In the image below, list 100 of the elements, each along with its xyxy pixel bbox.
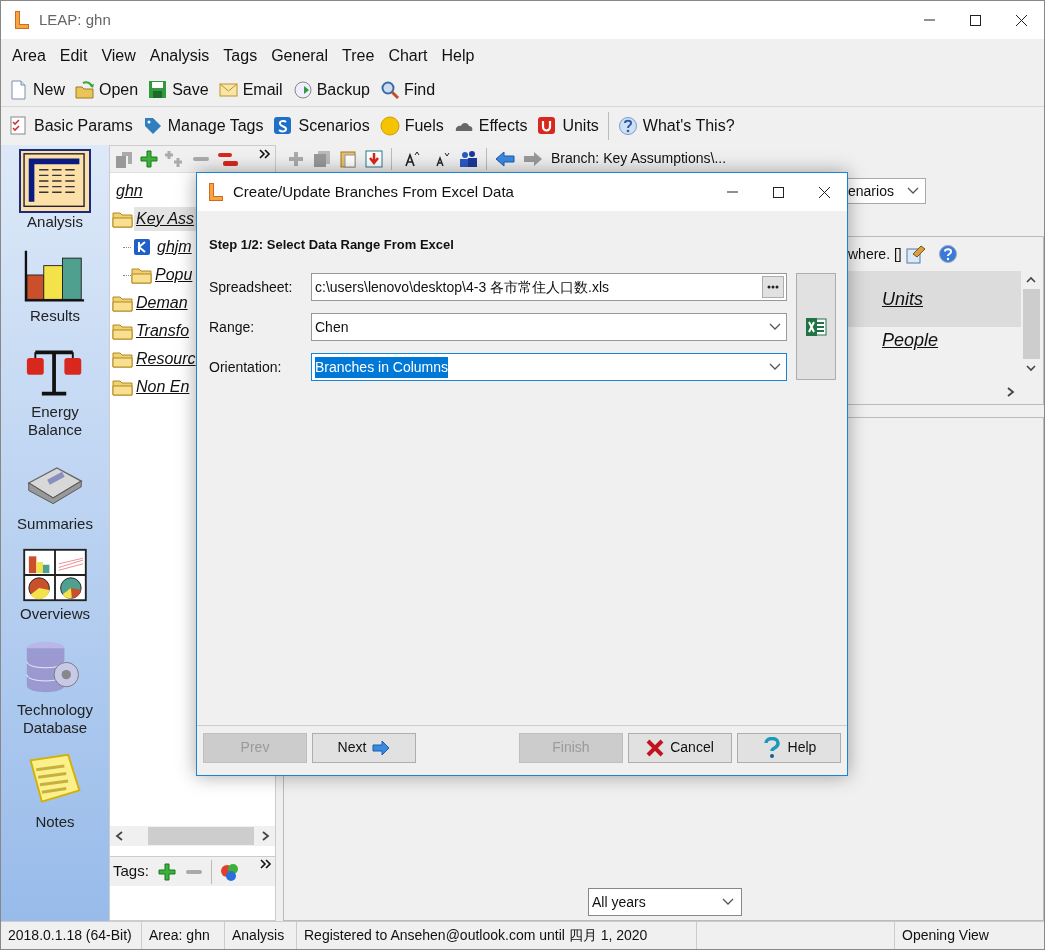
import-icon[interactable] bbox=[365, 149, 383, 168]
badge-icon bbox=[537, 116, 558, 136]
view-button[interactable]: Energy Balance bbox=[7, 339, 103, 439]
view-button[interactable]: Results bbox=[7, 243, 103, 325]
people-icon[interactable] bbox=[458, 149, 478, 168]
menu-item[interactable]: Edit bbox=[52, 42, 95, 70]
font-larger-icon[interactable] bbox=[404, 150, 420, 167]
folder-icon bbox=[112, 210, 134, 228]
toolbar-button[interactable]: Basic Params bbox=[7, 113, 135, 139]
help-icon bbox=[617, 116, 638, 136]
view-button[interactable]: Analysis bbox=[7, 149, 103, 231]
chevron-down-icon bbox=[769, 323, 781, 331]
chevrons-icon[interactable] bbox=[259, 149, 271, 159]
branch-link[interactable]: ghjm bbox=[155, 235, 194, 259]
tag-icon bbox=[142, 116, 163, 136]
toolbar-button[interactable]: Effects bbox=[451, 113, 530, 139]
view-button[interactable]: Notes bbox=[7, 749, 103, 831]
toolbar-button[interactable]: Scenarios bbox=[271, 113, 372, 139]
scroll-up-icon bbox=[1025, 275, 1037, 285]
scrollbar-thumb[interactable] bbox=[148, 827, 254, 845]
dialog-button[interactable]: Cancel bbox=[628, 732, 732, 763]
step-heading: Step 1/2: Select Data Range From Excel bbox=[209, 236, 455, 254]
toolbar-button[interactable]: Manage Tags bbox=[140, 113, 266, 139]
folder-icon bbox=[112, 350, 134, 368]
dropdown-field[interactable]: Chen bbox=[311, 313, 787, 341]
branch-link[interactable]: ghn bbox=[114, 179, 145, 203]
toolbar-button[interactable]: Find bbox=[378, 76, 438, 103]
menu-item[interactable]: Area bbox=[5, 42, 53, 70]
branch-link[interactable]: Popu bbox=[153, 263, 195, 287]
close-icon bbox=[1015, 14, 1027, 26]
plus-icon[interactable] bbox=[139, 149, 159, 169]
branch-link[interactable]: Non En bbox=[134, 375, 192, 399]
copy-icon[interactable] bbox=[313, 149, 331, 168]
app-logo-icon bbox=[13, 10, 31, 30]
chevrons-icon[interactable] bbox=[260, 859, 272, 869]
toolbar-button[interactable]: What's This? bbox=[615, 113, 737, 139]
browse-button[interactable] bbox=[762, 276, 784, 298]
app-logo-icon bbox=[207, 182, 225, 202]
folder-icon bbox=[131, 266, 153, 284]
scrollbar-thumb[interactable] bbox=[1022, 289, 1040, 359]
stack-icon[interactable] bbox=[114, 149, 134, 169]
toolbar-button[interactable]: Backup bbox=[290, 76, 372, 103]
scroll-right-icon bbox=[1005, 386, 1017, 398]
maximize-icon bbox=[772, 186, 784, 198]
spreadsheet-icon bbox=[805, 315, 827, 338]
grid-row[interactable]: Units bbox=[848, 271, 1021, 327]
menu-item[interactable]: View bbox=[94, 42, 143, 70]
toolbar-button[interactable]: Fuels bbox=[377, 113, 446, 139]
dialog-button[interactable]: Next bbox=[312, 732, 416, 763]
toolbar-button[interactable]: Units bbox=[535, 113, 601, 139]
branch-link[interactable]: Deman bbox=[134, 291, 190, 315]
view-button[interactable]: Technology Database bbox=[7, 635, 103, 737]
plus-icon[interactable] bbox=[287, 149, 305, 168]
branch-link[interactable]: Key Ass bbox=[134, 207, 197, 231]
years-dropdown[interactable]: All years bbox=[588, 888, 742, 916]
status-text: Registered to Ansehen@outlook.com until 四月 1, 2020 bbox=[304, 926, 648, 945]
forward-arrow-icon[interactable] bbox=[523, 149, 543, 168]
folder-icon bbox=[75, 79, 95, 100]
toolbar-button[interactable]: Open bbox=[73, 76, 141, 103]
dropdown-field[interactable]: Branches in Columns bbox=[311, 353, 787, 381]
x-mark-icon bbox=[646, 738, 665, 757]
grid-row[interactable]: People bbox=[848, 327, 1021, 357]
folder-icon bbox=[112, 294, 134, 312]
status-text: Area: ghn bbox=[149, 926, 210, 945]
dialog-title: Create/Update Branches From Excel Data bbox=[233, 181, 514, 202]
document-icon bbox=[9, 79, 29, 100]
toolbar-button[interactable]: New bbox=[7, 76, 67, 103]
chevron-down-icon bbox=[722, 898, 734, 906]
menu-item[interactable]: General bbox=[264, 42, 336, 70]
ellipsis-icon bbox=[767, 285, 779, 289]
excel-button[interactable] bbox=[796, 273, 836, 380]
file-field[interactable]: c:\users\lenovo\desktop\4-3 各市常住人口数.xls bbox=[311, 273, 787, 301]
font-smaller-icon[interactable] bbox=[434, 150, 450, 167]
menu-item[interactable]: Help bbox=[434, 42, 482, 70]
plus-icon[interactable] bbox=[156, 861, 177, 882]
branch-link[interactable]: Transfo bbox=[134, 319, 192, 343]
back-arrow-icon[interactable] bbox=[495, 149, 515, 168]
folder-icon bbox=[112, 322, 134, 340]
view-button[interactable]: Overviews bbox=[7, 545, 103, 623]
close-icon bbox=[818, 186, 830, 198]
toolbar-button[interactable]: Email bbox=[216, 76, 285, 103]
arrow-right-icon bbox=[372, 738, 391, 757]
notepad-icon[interactable] bbox=[905, 244, 926, 264]
view-button[interactable]: Summaries bbox=[7, 451, 103, 533]
scenario-dropdown[interactable]: enarios bbox=[848, 178, 926, 204]
shapes-icon[interactable] bbox=[219, 861, 240, 882]
status-text: Opening View bbox=[902, 926, 989, 945]
dialog-button[interactable]: Help bbox=[737, 732, 841, 763]
menu-item[interactable]: Tree bbox=[335, 42, 382, 70]
menu-item[interactable]: Chart bbox=[381, 42, 435, 70]
tags-label: Tags: bbox=[113, 861, 149, 882]
toolbar-button[interactable]: Save bbox=[146, 76, 211, 103]
horizontal-scrollbar[interactable] bbox=[110, 826, 275, 846]
menu-item[interactable]: Analysis bbox=[142, 42, 217, 70]
branch-link[interactable]: Resourc bbox=[134, 347, 198, 371]
help-icon[interactable] bbox=[937, 244, 958, 264]
scroll-down-icon bbox=[1025, 363, 1037, 373]
status-text: 2018.0.1.18 (64-Bit) bbox=[8, 926, 132, 945]
menu-item[interactable]: Tags bbox=[216, 42, 265, 70]
clipboard-icon[interactable] bbox=[339, 149, 357, 168]
